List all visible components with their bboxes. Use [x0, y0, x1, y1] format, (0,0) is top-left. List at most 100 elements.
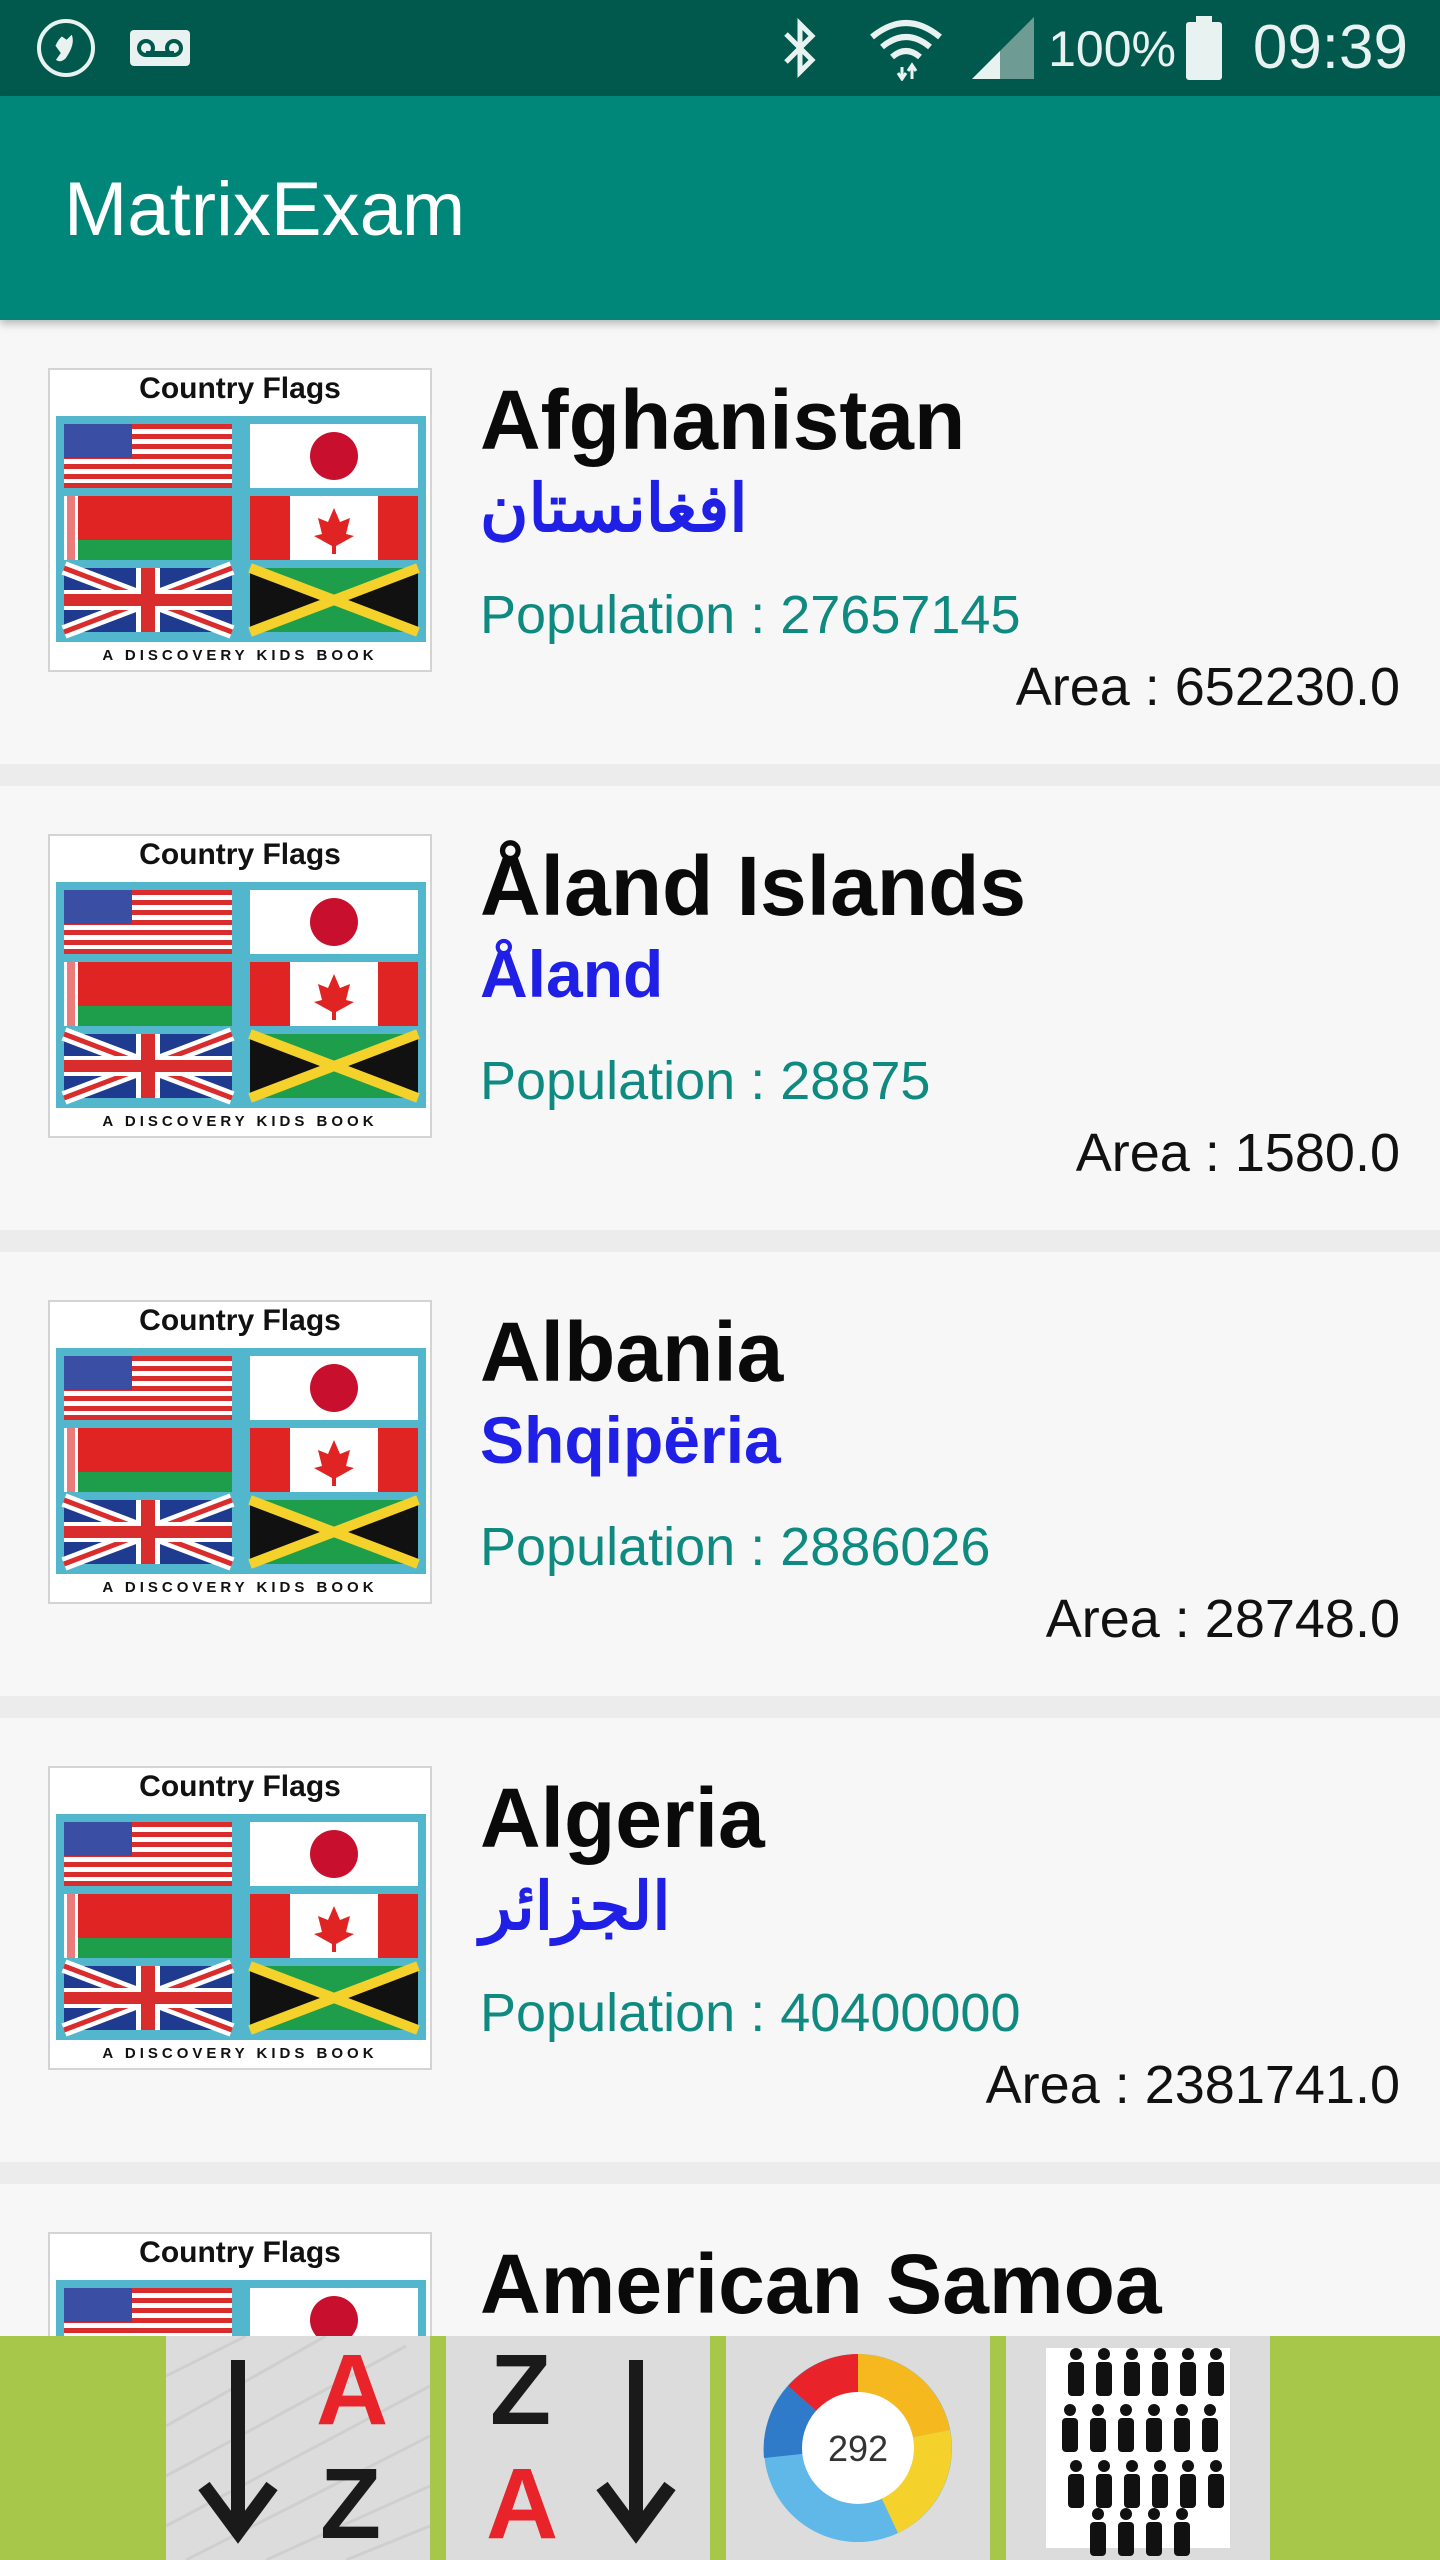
country-name: Afghanistan — [480, 373, 966, 467]
person-figure-body — [1174, 2418, 1190, 2452]
thumbnail-footer: A DISCOVERY KIDS BOOK — [102, 1579, 378, 1596]
thumbnail-title: Country Flags — [139, 1770, 341, 1803]
flags-grid-image — [56, 416, 426, 642]
country-card[interactable]: Country Flags A DISCO — [0, 2184, 1440, 2336]
sort-a-z-top-letter: A — [316, 2334, 389, 2446]
person-figure-body — [1146, 2418, 1162, 2452]
country-flags-thumbnail: Country Flags A DISCO — [48, 368, 432, 672]
thumbnail-footer: A DISCOVERY KIDS BOOK — [102, 2045, 378, 2062]
person-figure-head — [1120, 2404, 1132, 2416]
person-figure-head — [1126, 2460, 1138, 2472]
person-figure-head — [1070, 2460, 1082, 2472]
battery-percentage: 100% — [1048, 21, 1176, 77]
person-figure-head — [1176, 2404, 1188, 2416]
country-name: Åland Islands — [480, 839, 1027, 933]
country-flags-thumbnail: Country Flags A DISCO — [48, 2232, 432, 2336]
voicemail-icon — [124, 14, 196, 82]
person-figure-head — [1092, 2404, 1104, 2416]
person-figure-body — [1096, 2474, 1112, 2508]
native-name: الجزائر — [480, 1869, 671, 1943]
sort-z-a-top-letter: Z — [490, 2334, 552, 2446]
person-figure-head — [1148, 2508, 1160, 2520]
app-title: MatrixExam — [64, 167, 466, 252]
phone-call-icon — [30, 14, 102, 82]
country-flags-thumbnail: Country Flags A DISCO — [48, 1766, 432, 2070]
native-name: Åland — [480, 937, 664, 1011]
person-figure-body — [1180, 2362, 1196, 2396]
person-figure-head — [1070, 2348, 1082, 2360]
wifi-icon — [866, 14, 946, 82]
person-figure-body — [1208, 2362, 1224, 2396]
country-list[interactable]: Country Flags A DISCOVERY KIDS BOOK Afgh… — [0, 320, 1440, 2336]
person-figure-body — [1118, 2522, 1134, 2556]
person-figure-head — [1210, 2460, 1222, 2472]
person-figure-body — [1152, 2474, 1168, 2508]
person-figure-head — [1182, 2460, 1194, 2472]
battery-icon — [1182, 14, 1226, 82]
person-figure-head — [1210, 2348, 1222, 2360]
country-card[interactable]: Country Flags A DISCO — [0, 320, 1440, 764]
thumbnail-footer: A DISCOVERY KIDS BOOK — [102, 647, 378, 664]
bluetooth-icon — [770, 14, 830, 82]
sort-a-z-button[interactable]: A Z — [165, 2334, 431, 2560]
person-figure-body — [1062, 2418, 1078, 2452]
person-figure-body — [1202, 2418, 1218, 2452]
country-name: American Samoa — [480, 2237, 1162, 2331]
person-figure-head — [1120, 2508, 1132, 2520]
person-figure-head — [1148, 2404, 1160, 2416]
person-figure-head — [1126, 2348, 1138, 2360]
person-figure-body — [1180, 2474, 1196, 2508]
thumbnail-title: Country Flags — [139, 838, 341, 871]
person-figure-head — [1098, 2348, 1110, 2360]
flags-grid-image — [56, 882, 426, 1108]
country-flags-thumbnail: Country Flags A DISCO — [48, 1300, 432, 1604]
thumbnail-title: Country Flags — [139, 1304, 341, 1337]
thumbnail-title: Country Flags — [139, 372, 341, 405]
thumbnail-footer: A DISCOVERY KIDS BOOK — [102, 1113, 378, 1130]
person-figure-body — [1124, 2362, 1140, 2396]
native-name: افغانستان — [480, 471, 748, 545]
person-figure-body — [1152, 2362, 1168, 2396]
population-text: Population : 2886026 — [480, 1517, 991, 1577]
status-bar: 100% 09:39 — [0, 0, 1440, 96]
person-figure-head — [1154, 2460, 1166, 2472]
person-figure-body — [1208, 2474, 1224, 2508]
altmetric-score: 292 — [827, 2428, 889, 2469]
bottom-toolbar: A Z Z A 292 — [0, 2334, 1440, 2560]
person-figure-head — [1154, 2348, 1166, 2360]
signal-icon — [968, 14, 1038, 82]
population-text: Population : 40400000 — [480, 1983, 1021, 2043]
thumbnail-title: Country Flags — [139, 2236, 341, 2269]
person-figure-head — [1176, 2508, 1188, 2520]
country-name: Algeria — [480, 1771, 765, 1865]
person-figure-body — [1090, 2522, 1106, 2556]
population-icon — [1006, 2336, 1270, 2560]
country-flags-thumbnail: Country Flags A DISCO — [48, 834, 432, 1138]
country-card[interactable]: Country Flags A DISCO — [0, 1718, 1440, 2162]
person-figure-body — [1096, 2362, 1112, 2396]
person-figure-body — [1124, 2474, 1140, 2508]
person-figure-head — [1064, 2404, 1076, 2416]
person-figure-head — [1098, 2460, 1110, 2472]
clock: 09:39 — [1252, 13, 1408, 82]
flags-grid-image — [56, 2280, 426, 2336]
population-sort-button[interactable] — [1006, 2336, 1270, 2560]
area-text: Area : 2381741.0 — [985, 2055, 1400, 2115]
person-figure-head — [1092, 2508, 1104, 2520]
country-card[interactable]: Country Flags A DISCO — [0, 786, 1440, 1230]
population-text: Population : 27657145 — [480, 585, 1021, 645]
area-text: Area : 28748.0 — [1045, 1589, 1400, 1649]
sort-z-a-button[interactable]: Z A — [446, 2336, 710, 2560]
sort-a-z-icon — [165, 2334, 431, 2560]
app-bar: MatrixExam — [0, 96, 1440, 320]
person-figure-body — [1068, 2474, 1084, 2508]
person-figure-body — [1174, 2522, 1190, 2556]
altmetric-button[interactable]: 292 — [726, 2336, 990, 2560]
country-card[interactable]: Country Flags A DISCO — [0, 1252, 1440, 1696]
area-text: Area : 1580.0 — [1075, 1123, 1400, 1183]
sort-a-z-bottom-letter: Z — [320, 2448, 382, 2560]
person-figure-body — [1090, 2418, 1106, 2452]
person-figure-body — [1118, 2418, 1134, 2452]
population-text: Population : 28875 — [480, 1051, 931, 1111]
flags-grid-image — [56, 1814, 426, 2040]
